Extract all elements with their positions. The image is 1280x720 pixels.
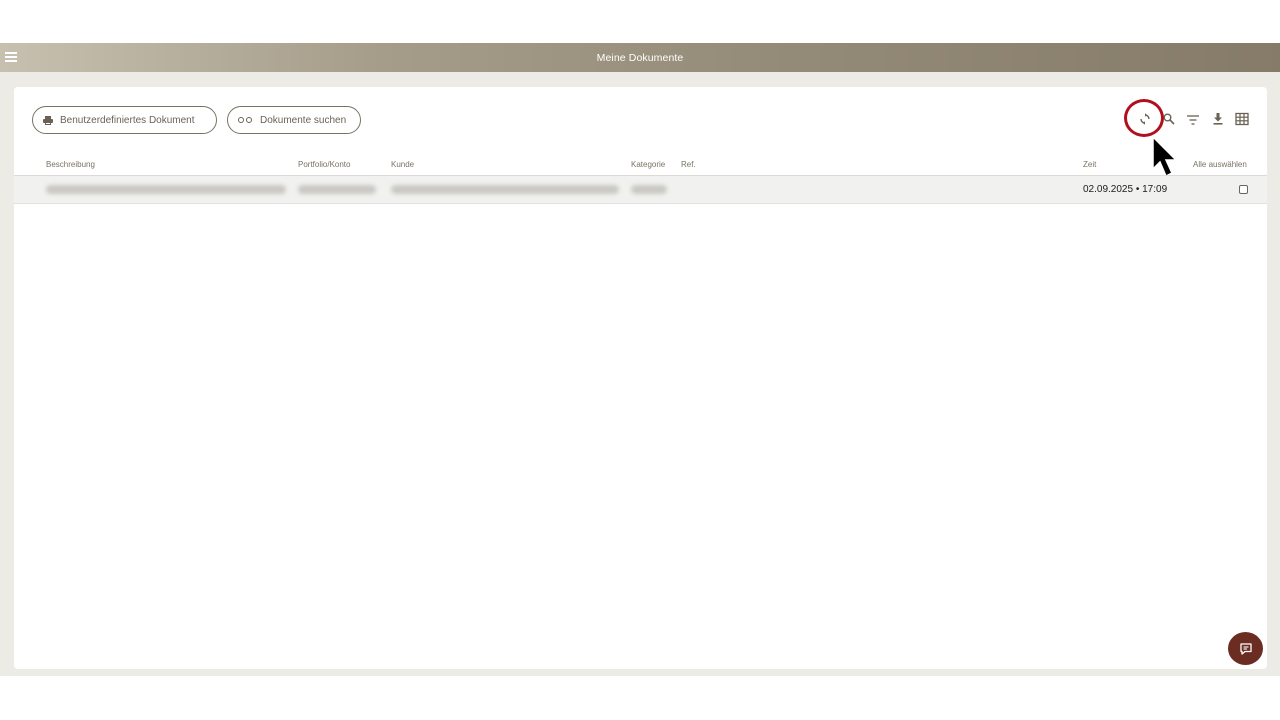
search-icon[interactable] [1162, 112, 1176, 126]
column-header-portfolio[interactable]: Portfolio/Konto [298, 160, 350, 169]
table-row[interactable]: 02.09.2025 • 17:09 [14, 176, 1267, 204]
column-header-kunde[interactable]: Kunde [391, 160, 414, 169]
column-header-kategorie[interactable]: Kategorie [631, 160, 665, 169]
select-all-label[interactable]: Alle auswählen [1193, 160, 1247, 169]
printer-icon [43, 115, 53, 125]
column-header-zeit[interactable]: Zeit [1083, 160, 1096, 169]
filter-icon[interactable] [1186, 113, 1200, 127]
row-checkbox[interactable] [1239, 185, 1248, 194]
highlight-ring [1124, 99, 1164, 137]
search-documents-label: Dokumente suchen [260, 114, 347, 126]
menu-icon[interactable] [5, 52, 17, 62]
glasses-icon [238, 116, 253, 124]
custom-document-label: Benutzerdefiniertes Dokument [60, 114, 195, 126]
page-title: Meine Dokumente [596, 51, 684, 64]
column-header-ref[interactable]: Ref. [681, 160, 696, 169]
column-header-beschreibung[interactable]: Beschreibung [46, 160, 95, 169]
download-icon[interactable] [1211, 112, 1225, 126]
row-time: 02.09.2025 • 17:09 [1083, 184, 1168, 195]
redacted-description [46, 185, 286, 194]
chat-button[interactable] [1228, 632, 1263, 665]
redacted-customer [391, 185, 619, 194]
custom-document-button[interactable]: Benutzerdefiniertes Dokument [32, 106, 217, 134]
top-bar: Meine Dokumente [0, 43, 1280, 72]
documents-card: Benutzerdefiniertes Dokument Dokumente s… [14, 87, 1267, 669]
search-documents-button[interactable]: Dokumente suchen [227, 106, 361, 134]
redacted-portfolio [298, 185, 376, 194]
grid-view-icon[interactable] [1235, 112, 1249, 126]
redacted-category [631, 185, 667, 194]
chat-icon [1239, 642, 1252, 655]
